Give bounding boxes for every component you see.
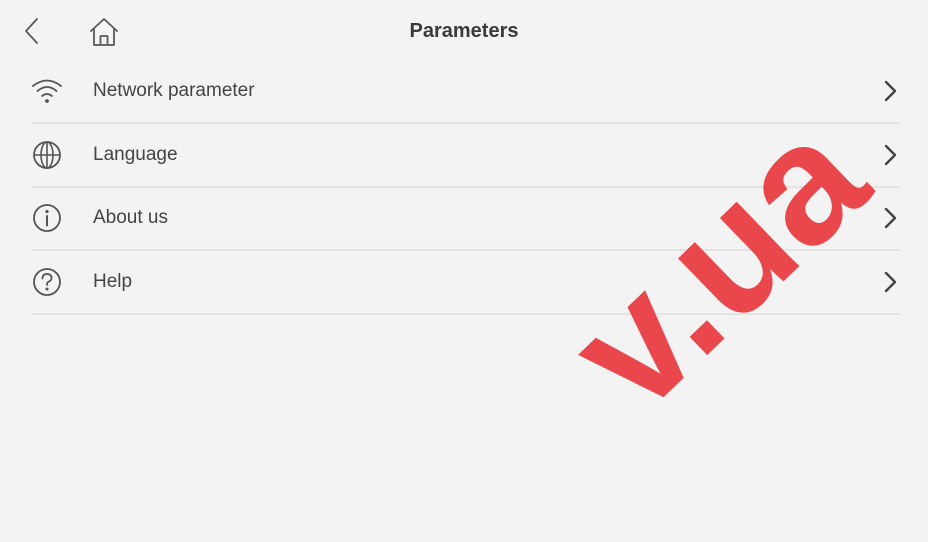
menu-item-network-parameter[interactable]: Network parameter	[0, 60, 928, 122]
chevron-right-icon	[877, 76, 903, 106]
menu-item-label: Network parameter	[93, 80, 255, 101]
chevron-right-icon	[877, 140, 903, 170]
divider	[32, 313, 900, 315]
chevron-right-icon	[877, 203, 903, 233]
menu-item-label: Help	[93, 271, 133, 292]
globe-icon	[29, 138, 65, 172]
help-circle-icon	[29, 265, 65, 299]
menu-item-label: About us	[93, 207, 168, 228]
parameters-screen: Parameters Network parameter Language Ab…	[0, 0, 928, 542]
chevron-right-icon	[877, 267, 903, 297]
menu-item-help[interactable]: Help	[0, 251, 928, 313]
info-circle-icon	[29, 201, 65, 235]
home-icon	[90, 18, 118, 46]
home-button[interactable]	[84, 14, 124, 50]
chevron-left-icon	[25, 18, 38, 44]
menu-item-about-us[interactable]: About us	[0, 187, 928, 249]
wifi-icon	[29, 74, 65, 108]
back-button[interactable]	[16, 14, 48, 48]
menu-item-label: Language	[93, 144, 178, 165]
page-title: Parameters	[409, 20, 519, 42]
top-bar: Parameters	[0, 0, 928, 60]
menu-item-language[interactable]: Language	[0, 124, 928, 186]
